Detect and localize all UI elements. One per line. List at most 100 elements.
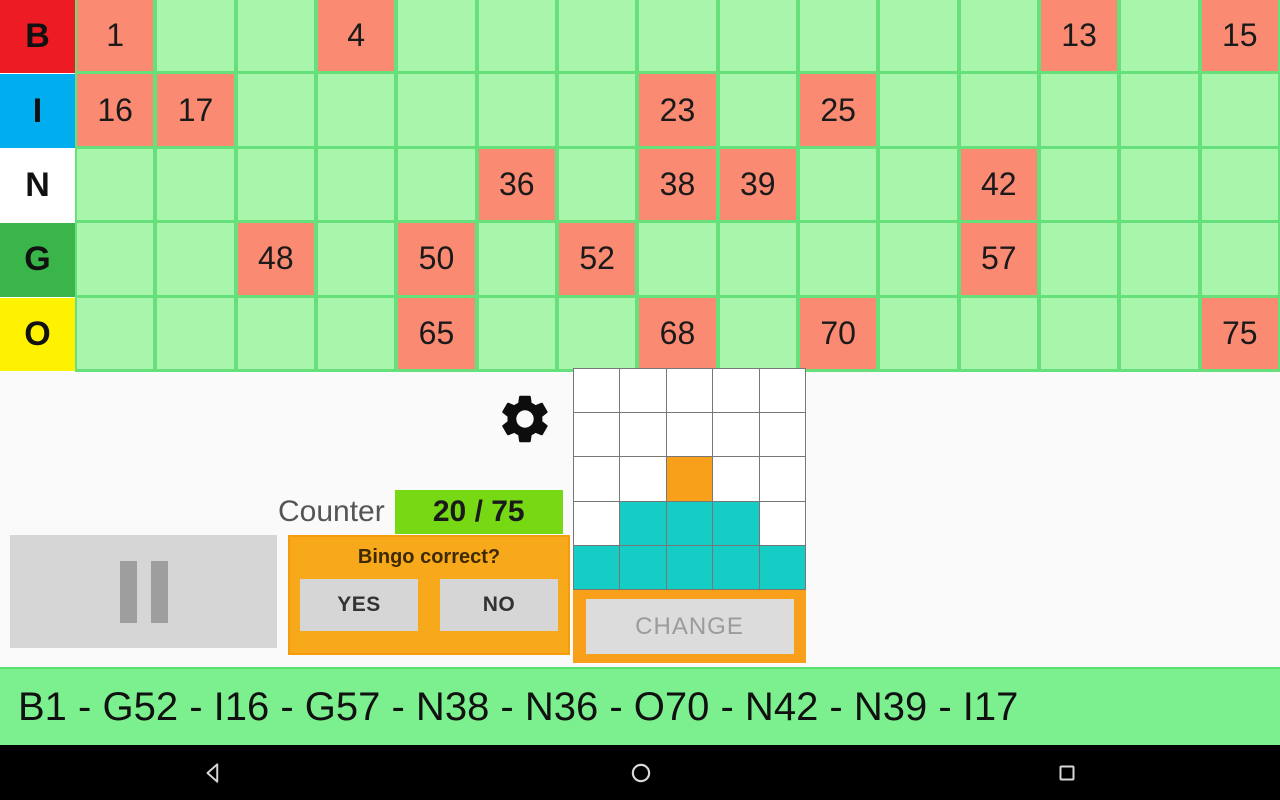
board-cell-g46[interactable]: 46 (77, 223, 154, 295)
pattern-cell-r2-c2[interactable] (620, 413, 666, 457)
board-cell-g51[interactable]: 51 (478, 223, 555, 295)
board-cell-o66[interactable]: 66 (478, 297, 555, 369)
pattern-cell-r4-c2[interactable] (620, 501, 666, 545)
pattern-cell-r3-c2[interactable] (620, 457, 666, 501)
board-cell-g60[interactable]: 60 (1201, 223, 1278, 295)
change-pattern-button[interactable]: CHANGE (585, 599, 794, 654)
board-cell-b11[interactable]: 11 (880, 0, 957, 72)
board-cell-i25[interactable]: 25 (799, 74, 877, 146)
board-cell-g54[interactable]: 54 (719, 223, 796, 295)
recents-square-icon[interactable] (985, 761, 1149, 785)
board-cell-g58[interactable]: 58 (1040, 223, 1118, 295)
board-cell-b10[interactable]: 10 (799, 0, 877, 72)
board-cell-n45[interactable]: 45 (1201, 148, 1278, 221)
home-circle-icon[interactable] (558, 760, 724, 786)
board-cell-i17[interactable]: 17 (157, 74, 234, 146)
board-cell-b1[interactable]: 1 (77, 0, 154, 72)
board-cell-n39[interactable]: 39 (719, 148, 796, 221)
pattern-cell-r4-c3[interactable] (666, 501, 713, 545)
board-cell-o62[interactable]: 62 (157, 297, 234, 369)
board-cell-g55[interactable]: 55 (799, 223, 877, 295)
pause-button[interactable] (10, 535, 277, 648)
board-cell-b15[interactable]: 15 (1201, 0, 1278, 72)
board-cell-n33[interactable]: 33 (237, 148, 314, 221)
board-cell-b9[interactable]: 9 (719, 0, 796, 72)
board-cell-i27[interactable]: 27 (960, 74, 1037, 146)
board-cell-o71[interactable]: 71 (880, 297, 957, 369)
board-cell-b8[interactable]: 8 (639, 0, 716, 72)
pattern-cell-r1-c2[interactable] (620, 369, 666, 413)
pattern-cell-r5-c3[interactable] (666, 545, 713, 589)
board-cell-b5[interactable]: 5 (398, 0, 475, 72)
board-cell-b12[interactable]: 12 (960, 0, 1037, 72)
pattern-cell-r4-c5[interactable] (759, 501, 805, 545)
pattern-cell-r4-c4[interactable] (713, 501, 759, 545)
pattern-cell-r2-c1[interactable] (574, 413, 620, 457)
board-cell-o64[interactable]: 64 (317, 297, 395, 369)
board-cell-i19[interactable]: 19 (317, 74, 395, 146)
pattern-cell-r1-c5[interactable] (759, 369, 805, 413)
board-cell-b4[interactable]: 4 (317, 0, 395, 72)
pattern-cell-r3-c4[interactable] (713, 457, 759, 501)
pattern-cell-r4-c1[interactable] (574, 501, 620, 545)
board-cell-n44[interactable]: 44 (1121, 148, 1198, 221)
board-cell-n37[interactable]: 37 (558, 148, 636, 221)
bingo-no-button[interactable]: NO (440, 579, 558, 631)
pattern-cell-r2-c4[interactable] (713, 413, 759, 457)
board-cell-o72[interactable]: 72 (960, 297, 1037, 369)
board-cell-o74[interactable]: 74 (1121, 297, 1198, 369)
board-cell-o67[interactable]: 67 (558, 297, 636, 369)
board-cell-n42[interactable]: 42 (960, 148, 1037, 221)
back-triangle-icon[interactable] (131, 760, 297, 786)
pattern-cell-r5-c4[interactable] (713, 545, 759, 589)
board-cell-g49[interactable]: 49 (317, 223, 395, 295)
board-cell-n43[interactable]: 43 (1040, 148, 1118, 221)
board-cell-n32[interactable]: 32 (157, 148, 234, 221)
board-cell-n31[interactable]: 31 (77, 148, 154, 221)
pattern-cell-r3-c5[interactable] (759, 457, 805, 501)
pattern-cell-r5-c1[interactable] (574, 545, 620, 589)
pattern-cell-r3-c3[interactable] (666, 457, 713, 501)
board-cell-o63[interactable]: 63 (237, 297, 314, 369)
board-cell-o73[interactable]: 73 (1040, 297, 1118, 369)
board-cell-i30[interactable]: 30 (1201, 74, 1278, 146)
board-cell-i28[interactable]: 28 (1040, 74, 1118, 146)
pattern-cell-r5-c2[interactable] (620, 545, 666, 589)
board-cell-n41[interactable]: 41 (880, 148, 957, 221)
board-cell-o70[interactable]: 70 (799, 297, 877, 369)
pattern-cell-r5-c5[interactable] (759, 545, 805, 589)
board-cell-i23[interactable]: 23 (639, 74, 716, 146)
board-cell-i18[interactable]: 18 (237, 74, 314, 146)
board-cell-g56[interactable]: 56 (880, 223, 957, 295)
board-cell-b7[interactable]: 7 (558, 0, 636, 72)
board-cell-b13[interactable]: 13 (1040, 0, 1118, 72)
board-cell-n35[interactable]: 35 (398, 148, 475, 221)
board-cell-o65[interactable]: 65 (398, 297, 475, 369)
pattern-cell-r1-c1[interactable] (574, 369, 620, 413)
board-cell-b3[interactable]: 3 (237, 0, 314, 72)
board-cell-b14[interactable]: 14 (1121, 0, 1198, 72)
pattern-grid[interactable] (573, 368, 806, 590)
board-cell-i26[interactable]: 26 (880, 74, 957, 146)
board-cell-g47[interactable]: 47 (157, 223, 234, 295)
pattern-cell-r3-c1[interactable] (574, 457, 620, 501)
board-cell-n34[interactable]: 34 (317, 148, 395, 221)
board-cell-g59[interactable]: 59 (1121, 223, 1198, 295)
board-cell-g52[interactable]: 52 (558, 223, 636, 295)
board-cell-g50[interactable]: 50 (398, 223, 475, 295)
board-cell-g53[interactable]: 53 (639, 223, 716, 295)
bingo-yes-button[interactable]: YES (300, 579, 418, 631)
board-cell-b2[interactable]: 2 (157, 0, 234, 72)
board-cell-n38[interactable]: 38 (639, 148, 716, 221)
board-cell-o68[interactable]: 68 (639, 297, 716, 369)
board-cell-i16[interactable]: 16 (77, 74, 154, 146)
board-cell-n36[interactable]: 36 (478, 148, 555, 221)
board-cell-i20[interactable]: 20 (398, 74, 475, 146)
gear-icon[interactable] (492, 389, 558, 449)
board-cell-o61[interactable]: 61 (77, 297, 154, 369)
board-cell-i21[interactable]: 21 (478, 74, 555, 146)
board-cell-b6[interactable]: 6 (478, 0, 555, 72)
pattern-cell-r1-c3[interactable] (666, 369, 713, 413)
board-cell-n40[interactable]: 40 (799, 148, 877, 221)
pattern-cell-r2-c3[interactable] (666, 413, 713, 457)
